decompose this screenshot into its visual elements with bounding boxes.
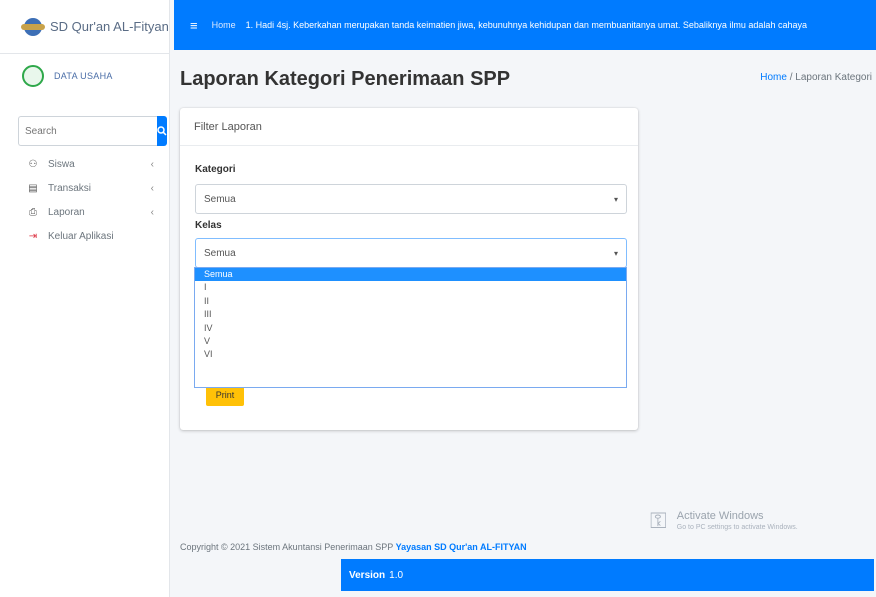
card-title: Filter Laporan (180, 108, 638, 146)
print-icon: ⎙ (29, 206, 37, 218)
copyright-text: Copyright © 2021 Sistem Akuntansi Peneri… (180, 542, 394, 552)
kelas-select[interactable]: Semua ▾ (195, 238, 627, 268)
book-icon: ▤ (28, 182, 38, 194)
sidebar-item-transaksi[interactable]: ▤ Transaksi ‹ (0, 176, 170, 200)
breadcrumb-home-link[interactable]: Home (760, 72, 787, 83)
avatar (22, 65, 44, 87)
kategori-select[interactable]: Semua ▾ (195, 184, 627, 214)
brand-link[interactable]: SD Qur'an AL-Fityan (0, 0, 170, 54)
logout-icon: ⇥ (28, 230, 38, 242)
key-icon: ⚿ (650, 508, 667, 533)
kelas-selected-value: Semua (204, 247, 236, 259)
announcement-marquee: 1. Hadi 4sj. Keberkahan merupakan tanda … (245, 20, 807, 30)
users-icon: ⚇ (28, 158, 38, 170)
sidebar-item-label: Keluar Aplikasi (48, 230, 114, 242)
version-bar: Version 1.0 (341, 559, 874, 591)
footer-copyright: Copyright © 2021 Sistem Akuntansi Peneri… (180, 542, 527, 552)
nav-home-link[interactable]: Home (212, 20, 236, 30)
sidebar-item-label: Siswa (48, 158, 75, 170)
search-input[interactable] (18, 116, 157, 146)
menu-toggle-icon[interactable]: ≡ (190, 18, 198, 33)
kelas-dropdown-list: Semua I II III IV V VI (194, 267, 627, 388)
breadcrumb: Home / Laporan Kategori (760, 72, 872, 83)
search-button[interactable] (157, 116, 167, 146)
kelas-option[interactable]: IV (195, 322, 626, 335)
sidebar-item-keluar-aplikasi[interactable]: ⇥ Keluar Aplikasi (0, 224, 170, 248)
footer-org-link[interactable]: Yayasan SD Qur'an AL-FITYAN (396, 542, 527, 552)
search-icon (157, 126, 167, 136)
chevron-left-icon: ‹ (150, 182, 154, 194)
kategori-selected-value: Semua (204, 193, 236, 205)
breadcrumb-separator: / (789, 72, 793, 83)
user-name: DATA USAHA (54, 71, 113, 81)
watermark-subtitle: Go to PC settings to activate Windows. (676, 524, 798, 531)
chevron-down-icon: ▾ (613, 249, 618, 258)
top-navbar: ≡ Home 1. Hadi 4sj. Keberkahan merupakan… (174, 0, 876, 50)
kelas-option[interactable]: V (195, 335, 626, 348)
kategori-label: Kategori (195, 164, 236, 175)
sidebar-item-laporan[interactable]: ⎙ Laporan ‹ (0, 200, 170, 224)
sidebar-item-label: Transaksi (48, 182, 91, 194)
activate-windows-watermark: ⚿ Activate Windows Go to PC settings to … (650, 510, 798, 532)
chevron-left-icon: ‹ (150, 206, 154, 218)
chevron-down-icon: ▾ (613, 195, 618, 204)
kelas-option[interactable]: III (195, 308, 626, 321)
kelas-option[interactable]: Semua (195, 268, 626, 282)
kelas-label: Kelas (195, 220, 222, 231)
sidebar-item-siswa[interactable]: ⚇ Siswa ‹ (0, 152, 170, 176)
main-sidebar: SD Qur'an AL-Fityan DATA USAHA ⚇ Siswa ‹… (0, 0, 170, 597)
kelas-option[interactable]: VI (195, 348, 626, 361)
watermark-title: Activate Windows (676, 510, 764, 522)
brand-logo-icon (21, 17, 45, 36)
breadcrumb-current: Laporan Kategori (795, 72, 872, 83)
brand-text: SD Qur'an AL-Fityan (50, 19, 169, 34)
sidebar-search (18, 116, 167, 146)
version-label: Version (349, 569, 386, 581)
sidebar-nav: ⚇ Siswa ‹ ▤ Transaksi ‹ ⎙ Laporan ‹ ⇥ Ke… (0, 152, 170, 248)
kelas-option[interactable]: I (195, 281, 626, 294)
kelas-option[interactable]: II (195, 295, 626, 308)
sidebar-item-label: Laporan (48, 206, 85, 218)
page-title: Laporan Kategori Penerimaan SPP (180, 68, 511, 90)
chevron-left-icon: ‹ (150, 158, 154, 170)
version-value: 1.0 (389, 569, 404, 581)
user-panel[interactable]: DATA USAHA (0, 56, 170, 96)
